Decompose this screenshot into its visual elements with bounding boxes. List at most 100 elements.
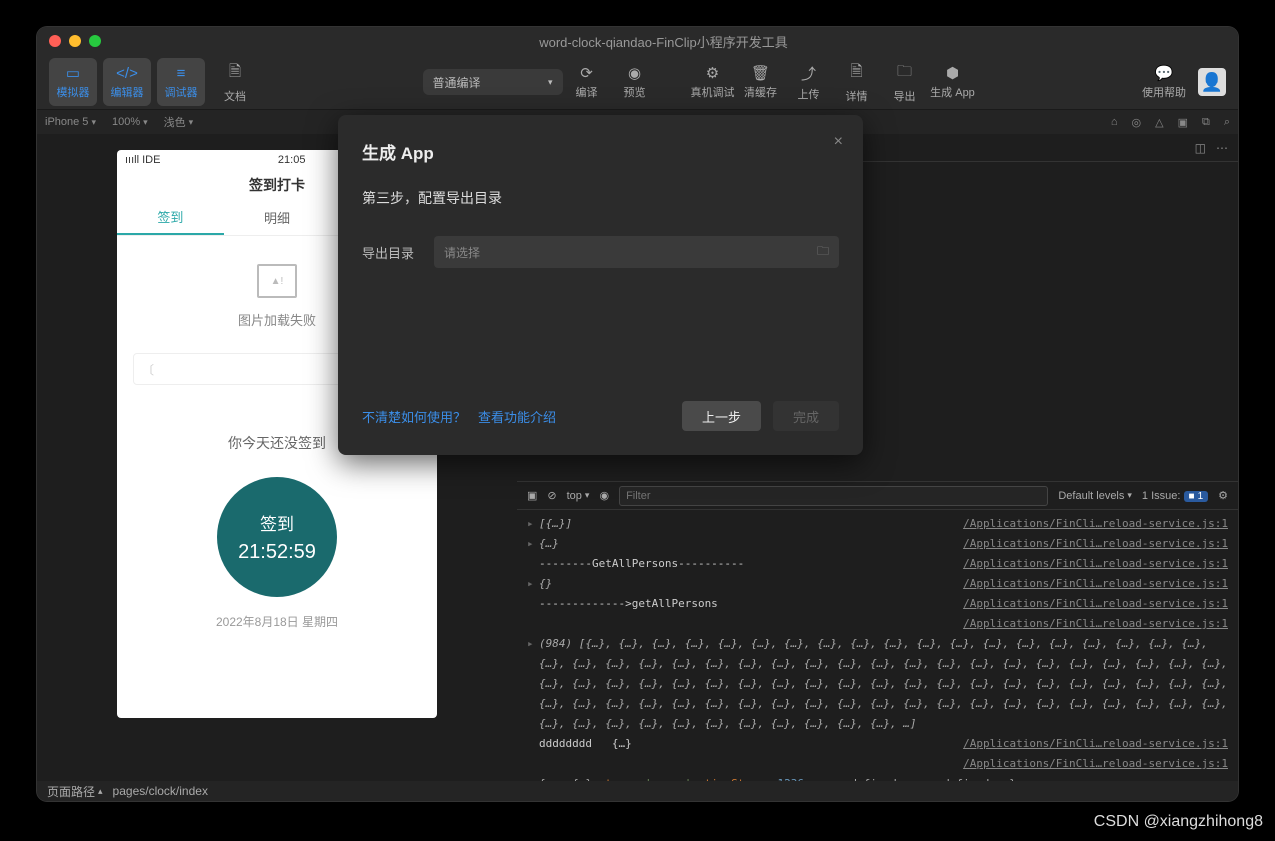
log-msg: ------------->getAllPersons (539, 594, 963, 614)
image-fail-label: 图片加载失败 (238, 310, 316, 329)
help-link-2[interactable]: 查看功能介绍 (478, 407, 556, 426)
prev-button[interactable]: 上一步 (682, 401, 761, 431)
chevron-down-icon: ▾ (548, 77, 553, 88)
console-output[interactable]: ▸[{…}]/Applications/FinCli…reload-servic… (517, 510, 1238, 781)
zoom-select[interactable]: 100%▾ (112, 116, 148, 128)
user-avatar[interactable]: 👤 (1198, 68, 1226, 96)
export-dir-input[interactable]: 请选择 🗀 (434, 236, 839, 268)
debugger-label: 调试器 (165, 84, 198, 100)
page-path-label: 页面路径 (47, 783, 95, 800)
toggle-element-icon[interactable]: ▣ (527, 489, 537, 502)
levels-select[interactable]: Default levels▾ (1058, 490, 1132, 502)
log-src[interactable]: /Applications/FinCli…reload-service.js:1 (963, 574, 1228, 594)
export-label: 导出 (894, 88, 916, 104)
generate-app-button[interactable]: ⬢生成 App (929, 58, 977, 106)
window-title: word-clock-qiandao-FinClip小程序开发工具 (101, 32, 1226, 51)
zoom-value: 100% (112, 116, 140, 128)
log-msg: dddddddd {…} (539, 734, 963, 754)
maximize-button[interactable] (89, 35, 101, 47)
details-button[interactable]: 🗎详情 (833, 58, 881, 106)
chevron-down-icon: ▾ (91, 117, 96, 128)
theme-select[interactable]: 浅色▾ (164, 114, 194, 130)
checkin-button[interactable]: 签到 21:52:59 (217, 477, 337, 597)
home-icon[interactable]: ⌂ (1111, 116, 1118, 128)
help-button[interactable]: 💬使用帮助 (1140, 58, 1188, 106)
log-final: {mp: {…}, type: 'error', timeStamp: 1236… (539, 774, 1228, 781)
doc-icon: 🗎 (229, 61, 241, 86)
details-label: 详情 (846, 88, 868, 104)
modal-footer: 不清楚如何使用？ 查看功能介绍 上一步 完成 (362, 401, 839, 431)
docs-button[interactable]: 🗎 文档 (211, 58, 259, 106)
log-src[interactable]: /Applications/FinCli…reload-service.js:1 (963, 614, 1228, 634)
split-editor-icon[interactable]: ◫ (1195, 141, 1206, 155)
nav-title-label: 签到打卡 (249, 175, 305, 195)
upload-button[interactable]: ⤴上传 (785, 58, 833, 106)
refresh-icon: ⟳ (580, 64, 593, 82)
live-expr-icon[interactable]: ◉ (599, 489, 609, 502)
status-time: 21:05 (278, 154, 306, 166)
cut-icon[interactable]: ▣ (1178, 116, 1188, 129)
settings-icon[interactable]: ⚙ (1218, 489, 1228, 502)
scope-value: top (567, 490, 582, 502)
log-src[interactable]: /Applications/FinCli…reload-service.js:1 (963, 514, 1228, 534)
device-select[interactable]: iPhone 5▾ (45, 116, 96, 128)
tab-checkin[interactable]: 签到 (117, 200, 224, 235)
log-src[interactable]: /Applications/FinCli…reload-service.js:1 (963, 754, 1228, 774)
export-dir-label: 导出目录 (362, 243, 418, 262)
console-filter-input[interactable] (619, 486, 1048, 506)
issues-label[interactable]: 1 Issue: ■ 1 (1142, 490, 1208, 502)
export-button[interactable]: 🗀导出 (881, 58, 929, 106)
location-icon[interactable]: ◎ (1131, 116, 1141, 129)
log-src[interactable]: /Applications/FinCli…reload-service.js:1 (963, 554, 1228, 574)
generate-app-label: 生成 App (930, 84, 975, 100)
compile-button[interactable]: ⟳ 编译 (563, 58, 611, 106)
clear-console-icon[interactable]: ⊘ (547, 489, 556, 502)
search-icon[interactable]: ⌕ (1224, 116, 1230, 129)
log-src[interactable]: /Applications/FinCli…reload-service.js:1 (963, 594, 1228, 614)
editor-label: 编辑器 (111, 84, 144, 100)
preview-button[interactable]: ◉预览 (611, 58, 659, 106)
help-label: 使用帮助 (1142, 84, 1186, 100)
watermark: CSDN @xiangzhihong8 (1094, 813, 1263, 831)
chevron-down-icon: ▾ (189, 117, 194, 128)
debugger-tab[interactable]: ≡调试器 (157, 58, 205, 106)
titlebar: word-clock-qiandao-FinClip小程序开发工具 (37, 27, 1238, 55)
log-msg: {…} (539, 534, 963, 554)
minimize-button[interactable] (69, 35, 81, 47)
preview-label: 预览 (624, 84, 646, 100)
copy-icon[interactable]: ⧉ (1202, 116, 1210, 129)
issues-text: 1 Issue: (1142, 490, 1181, 502)
folder-icon[interactable]: 🗀 (817, 242, 829, 263)
help-link-1[interactable]: 不清楚如何使用？ (362, 407, 466, 426)
context-select[interactable]: top▾ (567, 490, 590, 502)
page-path-toggle[interactable]: 页面路径 ▴ (47, 783, 103, 800)
modal-subtitle: 第三步，配置导出目录 (362, 188, 839, 208)
modal-close-button[interactable]: × (834, 133, 843, 151)
issue-badge: ■ 1 (1184, 491, 1209, 502)
checkin-time: 21:52:59 (238, 541, 316, 564)
clear-cache-button[interactable]: 🗑清缓存 (737, 58, 785, 106)
log-src[interactable]: /Applications/FinCli…reload-service.js:1 (963, 734, 1228, 754)
cloud-icon[interactable]: △ (1155, 116, 1163, 129)
log-msg (539, 614, 963, 634)
log-msg: --------GetAllPersons---------- (539, 554, 963, 574)
info-bar-icon: 〔 (142, 361, 154, 378)
page-path-value: pages/clock/index (113, 784, 208, 798)
log-src[interactable]: /Applications/FinCli…reload-service.js:1 (963, 534, 1228, 554)
compile-mode-value: 普通编译 (433, 74, 481, 91)
remote-debug-label: 真机调试 (691, 84, 735, 100)
generate-app-modal: 生成 App × 第三步，配置导出目录 导出目录 请选择 🗀 不清楚如何使用？ … (338, 115, 863, 455)
docs-label: 文档 (224, 88, 246, 104)
more-icon[interactable]: ⋯ (1216, 141, 1228, 155)
compile-label: 编译 (576, 84, 598, 100)
broken-image-icon: ▲! (257, 264, 297, 298)
devtools-console: ▣ ⊘ top▾ ◉ Default levels▾ 1 Issue: ■ 1 … (517, 481, 1238, 781)
no-checkin-label: 你今天还没签到 (228, 433, 326, 453)
compile-mode-select[interactable]: 普通编译 ▾ (423, 69, 563, 95)
tab-detail[interactable]: 明细 (224, 200, 331, 235)
simulator-tab[interactable]: ▭模拟器 (49, 58, 97, 106)
remote-debug-button[interactable]: ⚙真机调试 (689, 58, 737, 106)
editor-tab[interactable]: </>编辑器 (103, 58, 151, 106)
close-button[interactable] (49, 35, 61, 47)
carrier-label: ıııll IDE (125, 154, 160, 166)
